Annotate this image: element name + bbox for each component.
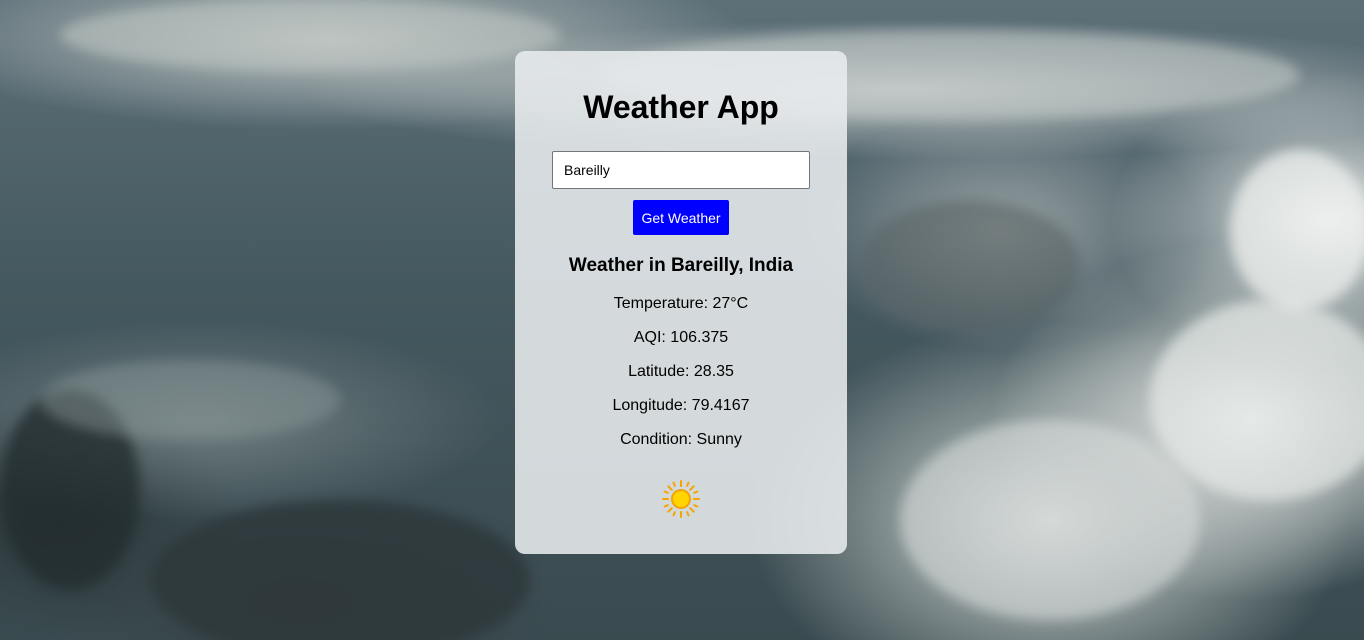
city-input[interactable] xyxy=(552,151,810,189)
condition-text: Condition: Sunny xyxy=(620,431,742,448)
app-title: Weather App xyxy=(583,89,779,125)
cloud-shape xyxy=(900,420,1200,620)
cloud-shape xyxy=(150,500,530,640)
cloud-shape xyxy=(40,360,340,440)
cloud-shape xyxy=(60,0,560,70)
weather-heading: Weather in Bareilly, India xyxy=(568,255,794,276)
aqi-text: AQI: 106.375 xyxy=(633,329,729,346)
cloud-shape xyxy=(860,200,1080,330)
get-weather-button[interactable]: Get Weather xyxy=(633,200,729,235)
longitude-text: Longitude: 79.4167 xyxy=(612,397,750,414)
sun-icon xyxy=(661,479,701,519)
latitude-text: Latitude: 28.35 xyxy=(628,363,734,380)
temperature-text: Temperature: 27°C xyxy=(613,295,749,312)
weather-card: Weather App Get Weather Weather in Barei… xyxy=(515,51,847,554)
cloud-shape xyxy=(1230,150,1364,310)
cloud-shape xyxy=(1150,300,1364,500)
